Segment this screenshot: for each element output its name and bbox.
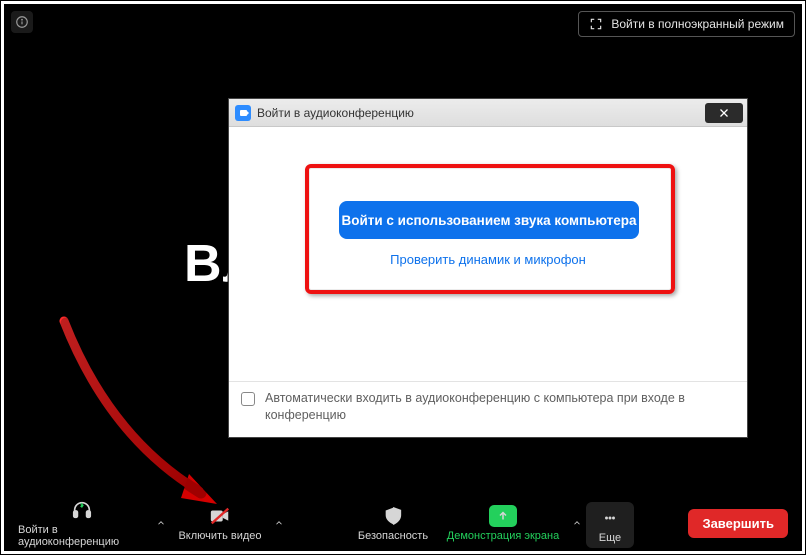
end-meeting-button[interactable]: Завершить xyxy=(688,509,788,538)
dialog-close-button[interactable] xyxy=(705,103,743,123)
auto-join-audio-label: Автоматически входить в аудиоконференцию… xyxy=(265,390,735,424)
dialog-footer: Автоматически входить в аудиоконференцию… xyxy=(229,381,747,437)
more-horizontal-icon xyxy=(598,507,622,529)
dialog-titlebar[interactable]: Войти в аудиоконференцию xyxy=(229,99,747,127)
meeting-toolbar: Войти в аудиоконференцию Включить видео xyxy=(4,495,802,551)
join-with-computer-audio-button[interactable]: Войти с использованием звука компьютера xyxy=(339,201,639,239)
test-speaker-mic-link[interactable]: Проверить динамик и микрофон xyxy=(229,252,747,267)
chevron-up-icon xyxy=(156,518,166,528)
meeting-stage: Войти в полноэкранный режим Вл Войти в а… xyxy=(4,4,802,551)
enter-fullscreen-label: Войти в полноэкранный режим xyxy=(611,17,784,31)
arrow-up-icon xyxy=(497,510,509,522)
video-off-icon xyxy=(207,505,233,527)
auto-join-audio-checkbox[interactable] xyxy=(241,392,255,406)
join-audio-label: Войти в аудиоконференцию xyxy=(18,524,146,548)
annotation-arrow xyxy=(49,316,239,516)
headphones-icon xyxy=(69,499,95,521)
share-screen-icon xyxy=(489,505,517,527)
more-button[interactable]: Еще xyxy=(586,502,634,548)
more-label: Еще xyxy=(599,532,621,544)
chevron-up-icon xyxy=(572,518,582,528)
share-screen-label: Демонстрация экрана xyxy=(447,530,559,542)
info-icon xyxy=(15,15,29,29)
join-audio-button[interactable]: Войти в аудиоконференцию xyxy=(12,495,152,552)
security-button[interactable]: Безопасность xyxy=(348,501,438,546)
end-meeting-label: Завершить xyxy=(702,516,774,531)
close-icon xyxy=(718,107,730,119)
info-button[interactable] xyxy=(11,11,33,33)
fullscreen-icon xyxy=(589,17,603,31)
join-with-computer-audio-label: Войти с использованием звука компьютера xyxy=(341,213,636,228)
zoom-logo-icon xyxy=(235,105,251,121)
start-video-button[interactable]: Включить видео xyxy=(170,501,270,546)
audio-join-dialog: Войти в аудиоконференцию Войти с использ… xyxy=(228,98,748,438)
audio-options-caret[interactable] xyxy=(152,495,170,551)
video-options-caret[interactable] xyxy=(270,495,288,551)
share-options-caret[interactable] xyxy=(568,495,586,551)
enter-fullscreen-button[interactable]: Войти в полноэкранный режим xyxy=(578,11,795,37)
dialog-title: Войти в аудиоконференцию xyxy=(257,106,414,120)
security-label: Безопасность xyxy=(358,530,428,542)
share-screen-button[interactable]: Демонстрация экрана xyxy=(438,501,568,546)
chevron-up-icon xyxy=(274,518,284,528)
shield-icon xyxy=(382,505,404,527)
start-video-label: Включить видео xyxy=(178,530,261,542)
